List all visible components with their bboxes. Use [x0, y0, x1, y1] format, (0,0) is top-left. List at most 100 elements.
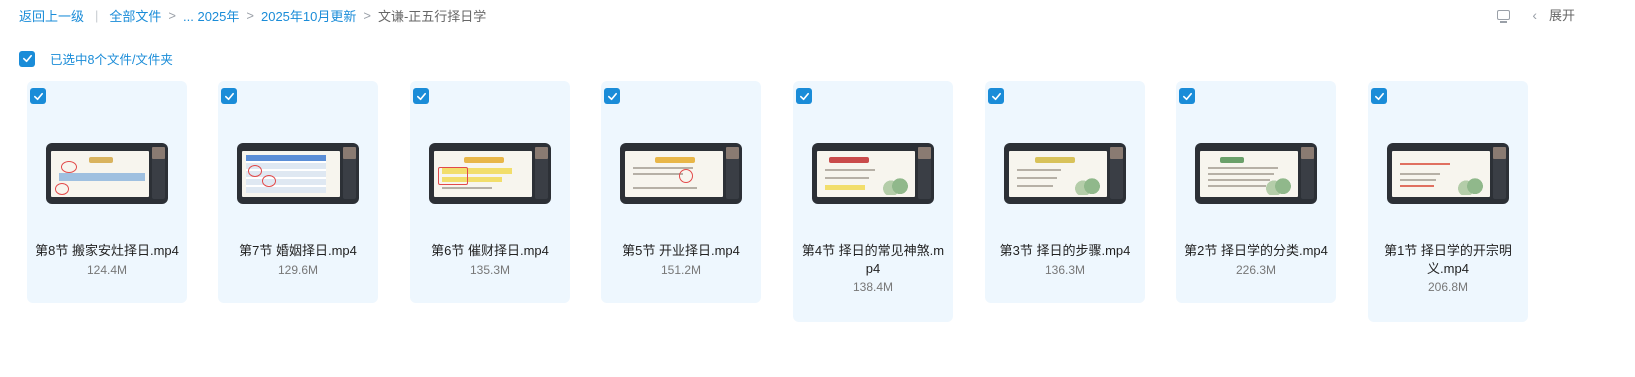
slide-preview	[51, 151, 149, 197]
slide-line	[633, 187, 697, 189]
file-checkbox[interactable]	[30, 88, 46, 104]
presenter-avatar	[343, 147, 356, 159]
file-name[interactable]: 第1节 择日学的开宗明义.mp4	[1376, 242, 1520, 278]
slide-preview	[434, 151, 532, 197]
file-checkbox[interactable]	[1179, 88, 1195, 104]
annotation-mark	[262, 175, 276, 187]
file-checkbox[interactable]	[988, 88, 1004, 104]
slide-preview	[817, 151, 915, 197]
file-checkbox[interactable]	[1371, 88, 1387, 104]
slide-line	[1400, 185, 1434, 187]
chevron-right-icon: >	[363, 8, 371, 23]
slide-decoration	[882, 173, 912, 195]
check-icon	[33, 92, 43, 100]
file-name[interactable]: 第2节 择日学的分类.mp4	[1184, 242, 1328, 260]
slide-line	[1400, 173, 1440, 175]
slide-line	[825, 177, 869, 179]
video-thumbnail[interactable]	[237, 143, 359, 204]
expand-button[interactable]: 展开	[1549, 5, 1575, 24]
file-checkbox[interactable]	[604, 88, 620, 104]
presenter-avatar	[918, 147, 931, 159]
file-card[interactable]: 第8节 搬家安灶择日.mp4 124.4M	[27, 81, 187, 303]
slide-preview	[1009, 151, 1107, 197]
video-thumbnail[interactable]	[429, 143, 551, 204]
slide-title-bar	[89, 157, 113, 163]
check-icon	[799, 92, 809, 100]
check-icon	[224, 92, 234, 100]
breadcrumb: 返回上一级 | 全部文件 > ... 2025年 > 2025年10月更新 > …	[19, 6, 486, 25]
breadcrumb-all-files[interactable]: 全部文件	[109, 6, 161, 25]
file-card[interactable]: 第3节 择日的步骤.mp4 136.3M	[985, 81, 1145, 303]
file-checkbox[interactable]	[796, 88, 812, 104]
slide-preview	[625, 151, 723, 197]
slide-preview	[242, 151, 340, 197]
file-name[interactable]: 第6节 催财择日.mp4	[418, 242, 562, 260]
file-size: 135.3M	[469, 263, 511, 277]
slide-line	[442, 187, 492, 189]
slide-line	[1208, 185, 1266, 187]
video-thumbnail[interactable]	[1195, 143, 1317, 204]
slide-preview	[1392, 151, 1490, 197]
video-thumbnail[interactable]	[1004, 143, 1126, 204]
annotation-mark	[248, 165, 262, 177]
slide-decoration	[1265, 173, 1295, 195]
file-size: 138.4M	[852, 280, 894, 294]
check-icon	[1374, 92, 1384, 100]
file-card[interactable]: 第1节 择日学的开宗明义.mp4 206.8M	[1368, 81, 1528, 322]
file-card[interactable]: 第4节 择日的常见神煞.mp4 138.4M	[793, 81, 953, 322]
chevron-right-icon: >	[246, 8, 254, 23]
annotation-mark	[61, 161, 77, 173]
slide-line	[1017, 169, 1061, 171]
file-checkbox[interactable]	[413, 88, 429, 104]
file-size: 124.4M	[86, 263, 128, 277]
file-card[interactable]: 第5节 开业择日.mp4 151.2M	[601, 81, 761, 303]
slide-line	[1400, 179, 1436, 181]
file-name[interactable]: 第7节 婚姻择日.mp4	[226, 242, 370, 260]
breadcrumb-year[interactable]: ... 2025年	[183, 6, 239, 25]
file-size: 206.8M	[1427, 280, 1469, 294]
slide-decoration	[1074, 173, 1104, 195]
file-name[interactable]: 第3节 择日的步骤.mp4	[993, 242, 1137, 260]
file-size: 226.3M	[1235, 263, 1277, 277]
slide-line	[825, 169, 875, 171]
breadcrumb-month[interactable]: 2025年10月更新	[261, 6, 356, 25]
file-card[interactable]: 第7节 婚姻择日.mp4 129.6M	[218, 81, 378, 303]
slide-decoration	[1457, 173, 1487, 195]
file-card[interactable]: 第6节 催财择日.mp4 135.3M	[410, 81, 570, 303]
annotation-mark	[679, 169, 693, 183]
slide-line	[825, 185, 865, 190]
video-thumbnail[interactable]	[620, 143, 742, 204]
check-icon	[991, 92, 1001, 100]
back-link[interactable]: 返回上一级	[19, 6, 84, 25]
file-checkbox[interactable]	[221, 88, 237, 104]
presenter-avatar	[1110, 147, 1123, 159]
file-name[interactable]: 第8节 搬家安灶择日.mp4	[35, 242, 179, 260]
slide-line	[1208, 179, 1270, 181]
slide-line	[633, 173, 683, 175]
check-icon	[22, 54, 32, 63]
video-thumbnail[interactable]	[1387, 143, 1509, 204]
video-thumbnail[interactable]	[46, 143, 168, 204]
file-card[interactable]: 第2节 择日学的分类.mp4 226.3M	[1176, 81, 1336, 303]
slide-title-bar	[1035, 157, 1075, 163]
presenter-avatar	[535, 147, 548, 159]
select-all-checkbox[interactable]	[19, 50, 35, 67]
file-size: 129.6M	[277, 263, 319, 277]
file-size: 136.3M	[1044, 263, 1086, 277]
file-size: 151.2M	[660, 263, 702, 277]
divider: |	[95, 8, 99, 23]
select-all-row: 已选中8个文件/文件夹	[19, 49, 173, 68]
slide-title-bar	[829, 157, 869, 163]
slide-title-bar	[1220, 157, 1244, 163]
file-name[interactable]: 第4节 择日的常见神煞.mp4	[801, 242, 945, 278]
video-thumbnail[interactable]	[812, 143, 934, 204]
file-name[interactable]: 第5节 开业择日.mp4	[609, 242, 753, 260]
slide-line	[1400, 163, 1450, 165]
chevron-left-icon[interactable]: ‹	[1532, 7, 1537, 23]
presenter-avatar	[152, 147, 165, 159]
screen-icon[interactable]	[1497, 9, 1511, 23]
presenter-avatar	[1301, 147, 1314, 159]
slide-line	[1017, 185, 1053, 187]
slide-line	[1208, 167, 1278, 169]
presenter-avatar	[726, 147, 739, 159]
